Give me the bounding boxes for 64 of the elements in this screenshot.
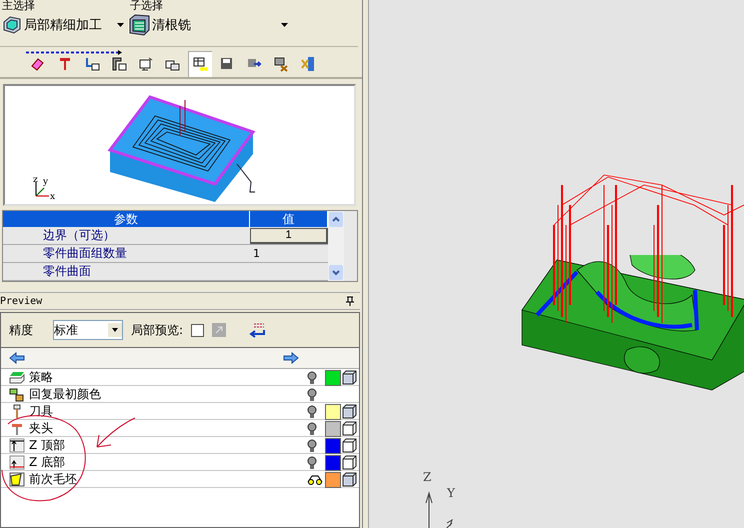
monitor-icon [138, 56, 154, 72]
layer-label: 策略 [29, 369, 53, 386]
caret-icon [108, 323, 122, 337]
pin-icon[interactable] [346, 296, 354, 306]
caret-icon [117, 23, 124, 27]
precision-label: 精度 [9, 322, 33, 338]
bulb-icon [307, 456, 317, 470]
layer-row[interactable]: 前次毛坯 [1, 471, 359, 488]
layer-row[interactable]: 策略 [1, 369, 359, 386]
boxes-icon [9, 387, 25, 402]
panel-title: Preview [0, 296, 42, 306]
layer-label: 前次毛坯 [29, 471, 77, 488]
layers-icon [9, 370, 25, 385]
bulb-icon [307, 388, 317, 402]
expand-icon [212, 323, 226, 337]
parameter-name: 零件曲面组数量 [3, 245, 250, 263]
z-top-icon [9, 438, 25, 453]
left-arrow-icon[interactable] [9, 352, 25, 364]
layer-row[interactable]: 夹头 [1, 420, 359, 437]
layer-label: Z 底部 [29, 454, 66, 471]
bulb-icon [307, 438, 317, 452]
cutter-icon [9, 421, 25, 436]
frame-icon [111, 56, 127, 72]
axis-triad-drawing: Z Y [423, 470, 455, 528]
cutter-icon [57, 56, 73, 72]
z-bottom-icon [9, 455, 25, 470]
annotation-arrow-drawing [96, 418, 136, 448]
parameter-name: 边界（可选） [3, 227, 250, 245]
value-button[interactable]: 1 [250, 228, 328, 244]
column-header: 参数 [3, 211, 250, 227]
block-icon [2, 16, 22, 34]
table-glasses-icon [192, 56, 208, 72]
local-preview-label: 局部预览: [131, 322, 184, 338]
bulb-icon [307, 422, 317, 436]
layer-row[interactable]: Z 底部 [1, 454, 359, 471]
parameter-name: 零件曲面 [3, 263, 250, 281]
block-icon [128, 14, 150, 36]
layer-row[interactable]: Z 顶部 [1, 437, 359, 454]
strategy-dropdown[interactable]: 清根铣 [128, 14, 288, 36]
glasses-icon [307, 474, 323, 484]
bulb-icon [307, 370, 317, 384]
right-arrow-icon[interactable] [283, 352, 299, 364]
exit-icon [300, 56, 316, 72]
axis-triad-drawing: z y x [31, 174, 57, 200]
column-header: 值 [250, 211, 328, 227]
link-icon [84, 56, 100, 72]
scroll-down-icon[interactable] [329, 265, 343, 280]
strategy-dropdown[interactable]: 局部精细加工 [2, 16, 124, 34]
stock-icon [9, 472, 25, 487]
layer-row[interactable]: 回复最初颜色 [1, 386, 359, 403]
section-label: 主选择 [2, 0, 36, 12]
caret-icon [281, 23, 288, 27]
eraser-icon [30, 56, 46, 72]
parameter-value: 1 [252, 247, 260, 260]
layer-label: 回复最初颜色 [29, 386, 101, 403]
precision-select[interactable]: 标准 [53, 320, 123, 340]
toolbar-button[interactable] [188, 51, 212, 77]
layer-label: 夹头 [29, 420, 53, 437]
section-label: 子选择 [130, 0, 164, 12]
local-preview-checkbox[interactable] [191, 324, 204, 336]
bulb-icon [307, 404, 317, 418]
scroll-up-icon[interactable] [329, 212, 343, 227]
list-arrow-icon[interactable] [248, 322, 266, 338]
layer-label: Z 顶部 [29, 437, 66, 454]
